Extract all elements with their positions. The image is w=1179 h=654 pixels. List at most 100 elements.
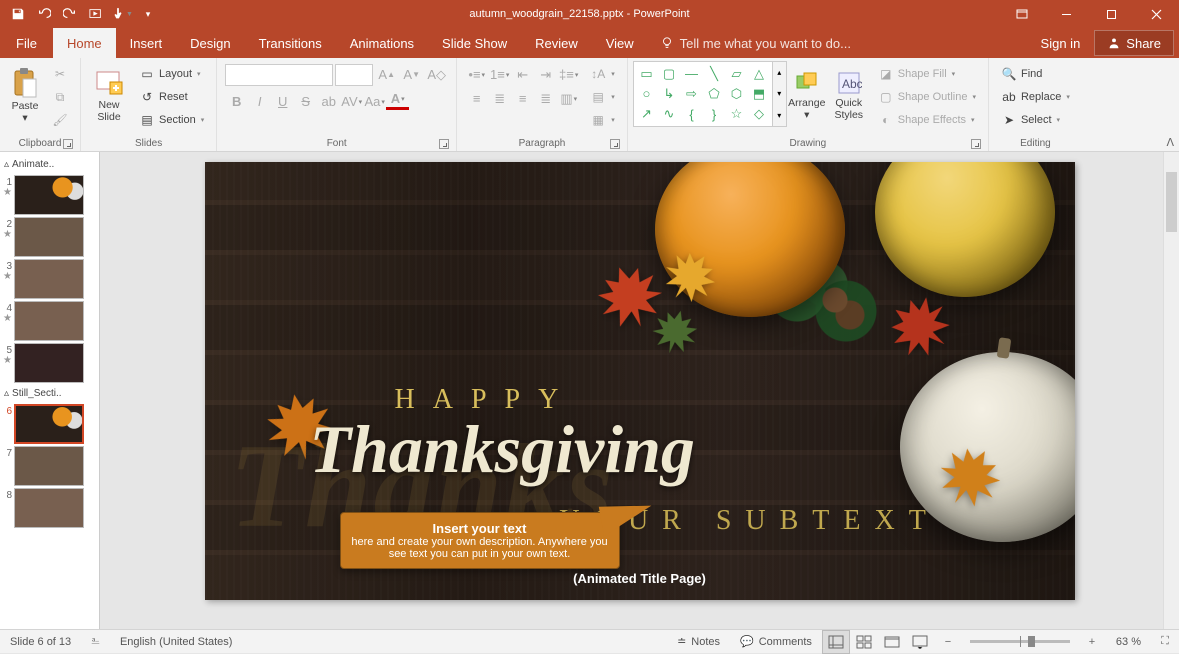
- font-family-combo[interactable]: [225, 64, 333, 86]
- bullets-button[interactable]: •≡▾: [465, 63, 488, 86]
- paste-button[interactable]: Paste▾: [5, 61, 45, 131]
- drawing-dialog-launcher[interactable]: [971, 139, 981, 149]
- touch-mode-icon[interactable]: ▼: [110, 2, 134, 26]
- language-indicator[interactable]: English (United States): [110, 630, 243, 653]
- comments-button[interactable]: 💬 Comments: [730, 630, 822, 653]
- tell-me-search[interactable]: Tell me what you want to do...: [648, 28, 863, 58]
- redo-icon[interactable]: [58, 2, 82, 26]
- title-text[interactable]: Thanksgiving: [310, 410, 695, 489]
- signin-link[interactable]: Sign in: [1027, 28, 1095, 58]
- align-center-button[interactable]: ≣: [488, 87, 511, 110]
- replace-button[interactable]: abReplace▾: [997, 86, 1074, 108]
- shape-fill-button[interactable]: ◪Shape Fill▾: [874, 63, 980, 85]
- section-header-1[interactable]: ▵ Animate..: [2, 156, 97, 173]
- tab-slide-show[interactable]: Slide Show: [428, 28, 521, 58]
- tab-animations[interactable]: Animations: [336, 28, 428, 58]
- clear-formatting-button[interactable]: A◇: [425, 63, 448, 86]
- font-size-combo[interactable]: [335, 64, 373, 86]
- section-button[interactable]: ▤Section▾: [135, 109, 208, 131]
- italic-button[interactable]: I: [248, 90, 271, 113]
- zoom-slider[interactable]: [970, 640, 1070, 643]
- new-slide-button[interactable]: New Slide: [86, 61, 132, 131]
- slide-thumbnail-5[interactable]: [14, 343, 84, 383]
- normal-view-icon[interactable]: [822, 630, 850, 654]
- minimize-icon[interactable]: [1044, 0, 1089, 28]
- slide-thumbnail-7[interactable]: [14, 446, 84, 486]
- slide-sorter-view-icon[interactable]: [850, 630, 878, 654]
- slide-edit-area[interactable]: Thanks HAPPY Thanksgiving YOUR SUBTEXT I…: [100, 152, 1179, 629]
- close-icon[interactable]: [1134, 0, 1179, 28]
- clipboard-dialog-launcher[interactable]: [63, 139, 73, 149]
- shape-effects-button[interactable]: ◐Shape Effects▾: [874, 109, 980, 131]
- tab-insert[interactable]: Insert: [116, 28, 177, 58]
- slide-thumbnail-4[interactable]: [14, 301, 84, 341]
- copy-button[interactable]: ⧉: [48, 86, 72, 108]
- slide-thumbnail-6[interactable]: [14, 404, 84, 444]
- ribbon-display-options-icon[interactable]: [999, 0, 1044, 28]
- slide-thumbnail-3[interactable]: [14, 259, 84, 299]
- tab-review[interactable]: Review: [521, 28, 592, 58]
- paragraph-dialog-launcher[interactable]: [610, 139, 620, 149]
- qat-customize-icon[interactable]: ▾: [136, 2, 160, 26]
- tab-transitions[interactable]: Transitions: [245, 28, 336, 58]
- bold-button[interactable]: B: [225, 90, 248, 113]
- tab-home[interactable]: Home: [53, 28, 116, 58]
- start-from-beginning-icon[interactable]: [84, 2, 108, 26]
- shapes-gallery-scroll[interactable]: ▴▾▾: [773, 61, 787, 127]
- quick-styles-button[interactable]: Abc Quick Styles: [827, 61, 871, 131]
- notes-button[interactable]: ≐ Notes: [667, 630, 730, 653]
- slide-thumbnail-1[interactable]: [14, 175, 84, 215]
- columns-button[interactable]: ▥▾: [557, 87, 580, 110]
- share-button[interactable]: Share: [1094, 30, 1174, 56]
- shape-outline-button[interactable]: ▢Shape Outline▾: [874, 86, 980, 108]
- zoom-percent[interactable]: 63 %: [1106, 630, 1151, 653]
- spell-check-icon[interactable]: ⎁: [81, 630, 110, 653]
- collapse-ribbon-icon[interactable]: ᐱ: [1166, 137, 1174, 149]
- slide-canvas[interactable]: Thanks HAPPY Thanksgiving YOUR SUBTEXT I…: [205, 162, 1075, 600]
- underline-button[interactable]: U: [271, 90, 294, 113]
- vertical-scrollbar[interactable]: [1163, 152, 1179, 629]
- font-dialog-launcher[interactable]: [439, 139, 449, 149]
- file-tab[interactable]: File: [0, 28, 53, 58]
- format-painter-button[interactable]: 🖌: [48, 109, 72, 131]
- change-case-button[interactable]: Aa▾: [363, 90, 386, 113]
- maximize-icon[interactable]: [1089, 0, 1134, 28]
- shrink-font-button[interactable]: A▼: [400, 63, 423, 86]
- align-text-button[interactable]: ▤▾: [586, 86, 619, 108]
- find-button[interactable]: 🔍Find: [997, 63, 1074, 85]
- line-spacing-button[interactable]: ‡≡▾: [557, 63, 580, 86]
- grow-font-button[interactable]: A▲: [375, 63, 398, 86]
- zoom-in-button[interactable]: +: [1078, 630, 1106, 654]
- select-button[interactable]: ➤Select▾: [997, 109, 1074, 131]
- cut-button[interactable]: ✂: [48, 63, 72, 85]
- reading-view-icon[interactable]: [878, 630, 906, 654]
- slideshow-view-icon[interactable]: [906, 630, 934, 654]
- layout-button[interactable]: ▭Layout▾: [135, 63, 208, 85]
- text-direction-button[interactable]: ↕A▾: [586, 63, 619, 85]
- callout-box[interactable]: Insert your text here and create your ow…: [340, 512, 620, 569]
- strikethrough-button[interactable]: S: [294, 90, 317, 113]
- text-shadow-button[interactable]: ab: [317, 90, 340, 113]
- arrange-button[interactable]: Arrange▾: [787, 61, 827, 131]
- increase-indent-button[interactable]: ⇥: [534, 63, 557, 86]
- save-icon[interactable]: [6, 2, 30, 26]
- thumbnail-panel[interactable]: ▵ Animate.. 1★ 2★ 3★ 4★ 5★ ▵ Still_Secti…: [0, 152, 100, 629]
- char-spacing-button[interactable]: AV▾: [340, 90, 363, 113]
- undo-icon[interactable]: [32, 2, 56, 26]
- slide-counter[interactable]: Slide 6 of 13: [0, 630, 81, 653]
- slide-thumbnail-8[interactable]: [14, 488, 84, 528]
- fit-to-window-icon[interactable]: ⛶: [1151, 630, 1179, 654]
- justify-button[interactable]: ≣: [534, 87, 557, 110]
- slide-thumbnail-2[interactable]: [14, 217, 84, 257]
- section-header-2[interactable]: ▵ Still_Secti..: [2, 385, 97, 402]
- font-color-button[interactable]: A▾: [386, 90, 409, 110]
- align-left-button[interactable]: ≡: [465, 87, 488, 110]
- reset-button[interactable]: ↺Reset: [135, 86, 208, 108]
- tab-view[interactable]: View: [592, 28, 648, 58]
- align-right-button[interactable]: ≡: [511, 87, 534, 110]
- numbering-button[interactable]: 1≡▾: [488, 63, 511, 86]
- convert-smartart-button[interactable]: ▦▾: [586, 109, 619, 131]
- shapes-gallery[interactable]: ▭▢—╲▱△ ○↳⇨⬠⬡⬒ ↗∿{}☆◇: [633, 61, 773, 127]
- decrease-indent-button[interactable]: ⇤: [511, 63, 534, 86]
- tab-design[interactable]: Design: [176, 28, 244, 58]
